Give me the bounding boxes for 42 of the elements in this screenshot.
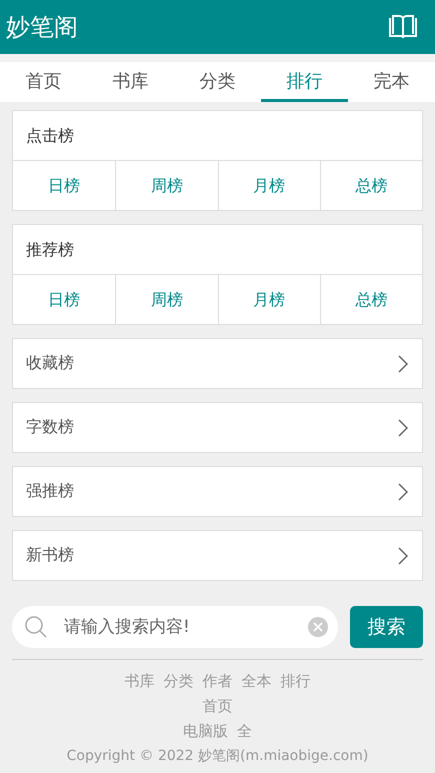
card-title: 推荐榜 (25, 239, 75, 261)
period-link[interactable]: 日榜 (13, 161, 116, 210)
footer-link[interactable]: 分类 (164, 672, 194, 691)
footer-link[interactable]: 电脑版 (183, 722, 228, 741)
chevron-right-icon (398, 546, 408, 564)
ranking-card[interactable]: 强推榜 (12, 466, 423, 517)
ranking-label: 收藏榜 (26, 353, 74, 374)
period-link[interactable]: 总榜 (320, 161, 422, 210)
nav-tab[interactable]: 排行 (261, 62, 348, 102)
period-link[interactable]: 日榜 (13, 275, 116, 324)
chevron-right-icon (398, 354, 408, 372)
nav-tab[interactable]: 完本 (348, 62, 435, 102)
period-link[interactable]: 总榜 (320, 275, 422, 324)
ranking-label: 强推榜 (26, 481, 74, 502)
period-link[interactable]: 月榜 (218, 161, 320, 210)
search-bar[interactable]: 请输入搜索内容! (12, 606, 338, 648)
chevron-right-icon (398, 418, 408, 436)
period-link[interactable]: 月榜 (218, 275, 320, 324)
search-field[interactable]: 请输入搜索内容! (62, 616, 294, 638)
period-link[interactable]: 周榜 (115, 275, 218, 324)
footer-link[interactable]: 排行 (280, 672, 310, 691)
nav-tab[interactable]: 首页 (0, 62, 87, 102)
ranking-card[interactable]: 新书榜 (12, 530, 423, 581)
period-link[interactable]: 周榜 (115, 161, 218, 210)
ranking-card[interactable]: 字数榜 (12, 402, 423, 453)
footer-link[interactable]: 作者 (202, 672, 232, 691)
footer-link[interactable]: 首页 (202, 697, 232, 716)
copyright-text: Copyright © 2022 妙笔阁(m.miaobige.com) (66, 747, 368, 765)
chevron-right-icon (398, 482, 408, 500)
book-icon[interactable] (387, 14, 419, 40)
ranking-card[interactable]: 收藏榜 (12, 338, 423, 389)
nav-tab[interactable]: 分类 (174, 62, 261, 102)
footer-link[interactable]: 书库 (124, 672, 154, 691)
footer-link[interactable]: 全本 (242, 672, 272, 691)
search-button[interactable]: 搜索 (350, 606, 423, 648)
site-title[interactable]: 妙笔阁 (6, 11, 78, 43)
search-icon (24, 615, 48, 639)
ranking-label: 字数榜 (26, 417, 74, 438)
ranking-label: 新书榜 (26, 545, 74, 566)
card-title: 点击榜 (25, 125, 75, 147)
footer-link[interactable]: 全 (237, 722, 252, 741)
nav-tab[interactable]: 书库 (87, 62, 174, 102)
